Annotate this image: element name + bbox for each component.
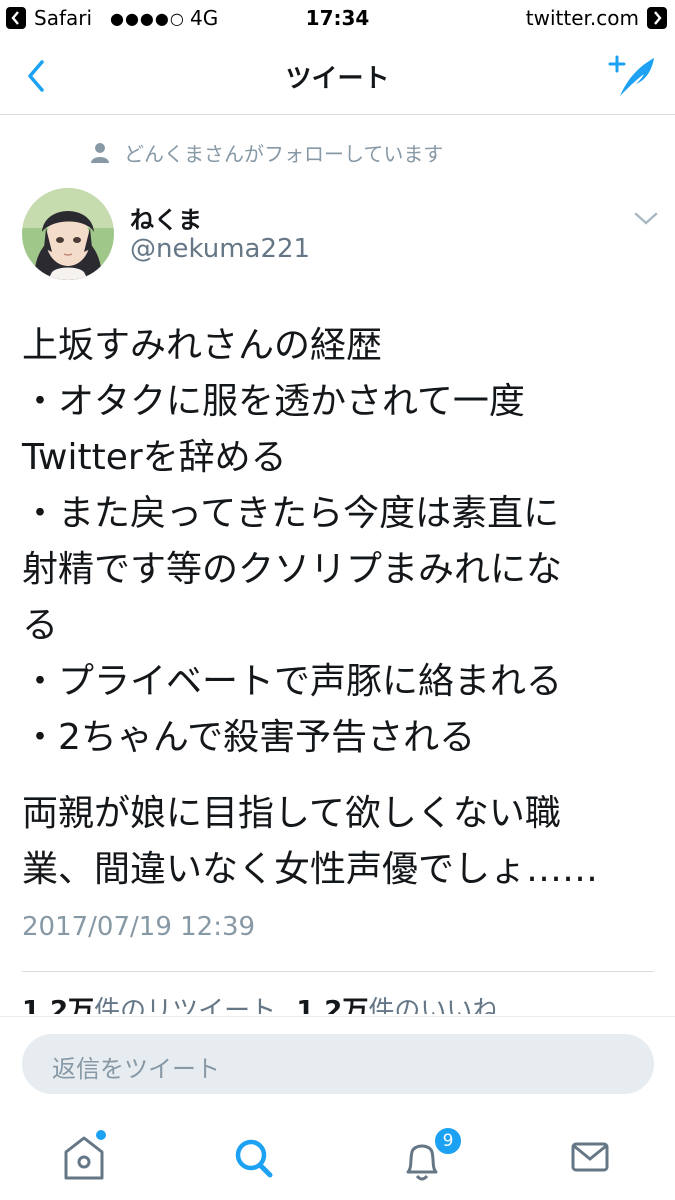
avatar[interactable] (22, 188, 114, 280)
url-label: twitter.com (525, 6, 639, 30)
tweet-line: ・また戻ってきたら今度は素直に (22, 493, 560, 534)
tweet-text: 上坂すみれさんの経歴 ・オタクに服を透かされて一度 Twitterを辞める ・ま… (22, 318, 662, 898)
page-title: ツイート (285, 64, 390, 94)
author-display-name[interactable]: ねくま (130, 200, 202, 235)
retweet-count: 1.2万 (22, 996, 95, 1014)
person-icon (91, 143, 109, 163)
tweet-line: ・プライベートで声豚に絡まれる (22, 661, 563, 702)
avatar-image (22, 188, 114, 280)
tweet-timestamp: 2017/07/19 12:39 (22, 912, 256, 942)
compose-tweet-button[interactable] (606, 52, 658, 100)
retweet-stat[interactable]: 1.2万件のリツイート (22, 996, 276, 1014)
tab-messages[interactable] (540, 1122, 640, 1192)
reply-placeholder: 返信をツイート (52, 1055, 220, 1083)
engagement-stats: 1.2万件のリツイート 1.2万件のいいね (22, 990, 662, 1014)
tweet-options-button[interactable] (632, 206, 660, 230)
home-new-indicator (96, 1130, 106, 1140)
search-icon (235, 1139, 273, 1178)
notifications-badge: 9 (433, 1126, 463, 1156)
like-label: 件のいいね (368, 996, 499, 1014)
reply-input[interactable]: 返信をツイート (22, 1034, 654, 1094)
tweet-line: 業、間違いなく女性声優でしょ…… (22, 849, 599, 890)
tweet-line: る (22, 605, 59, 646)
follow-context-text: どんくまさんがフォローしています (124, 142, 444, 166)
tweet-line: 射精です等のクソリプまみれにな (22, 549, 563, 590)
follow-context: どんくまさんがフォローしています (90, 138, 443, 168)
forward-icon[interactable] (647, 7, 667, 29)
tab-home[interactable] (34, 1122, 134, 1192)
compose-feather-icon (608, 55, 654, 96)
tab-search[interactable] (204, 1122, 304, 1192)
home-icon (64, 1136, 104, 1180)
tweet-line: 上坂すみれさんの経歴 (22, 325, 383, 366)
tweet-line: Twitterを辞める (22, 437, 287, 478)
tweet-line: ・オタクに服を透かされて一度 (22, 381, 525, 422)
author-handle[interactable]: @nekuma221 (130, 234, 310, 264)
divider (22, 971, 654, 972)
tweet-line: 両親が娘に目指して欲しくない職 (22, 793, 561, 834)
like-stat[interactable]: 1.2万件のいいね (296, 996, 498, 1014)
nav-bar: ツイート (0, 36, 675, 115)
tweet-line: ・2ちゃんで殺害予告される (22, 717, 476, 758)
reply-bar: 返信をツイート (0, 1016, 675, 1113)
chevron-down-icon (634, 212, 658, 225)
envelope-icon (571, 1142, 609, 1172)
like-count: 1.2万 (296, 996, 369, 1014)
retweet-label: 件のリツイート (94, 996, 277, 1014)
tab-bar (0, 1112, 675, 1200)
status-bar: Safari ●●●●○ 4G 17:34 twitter.com (0, 0, 675, 36)
